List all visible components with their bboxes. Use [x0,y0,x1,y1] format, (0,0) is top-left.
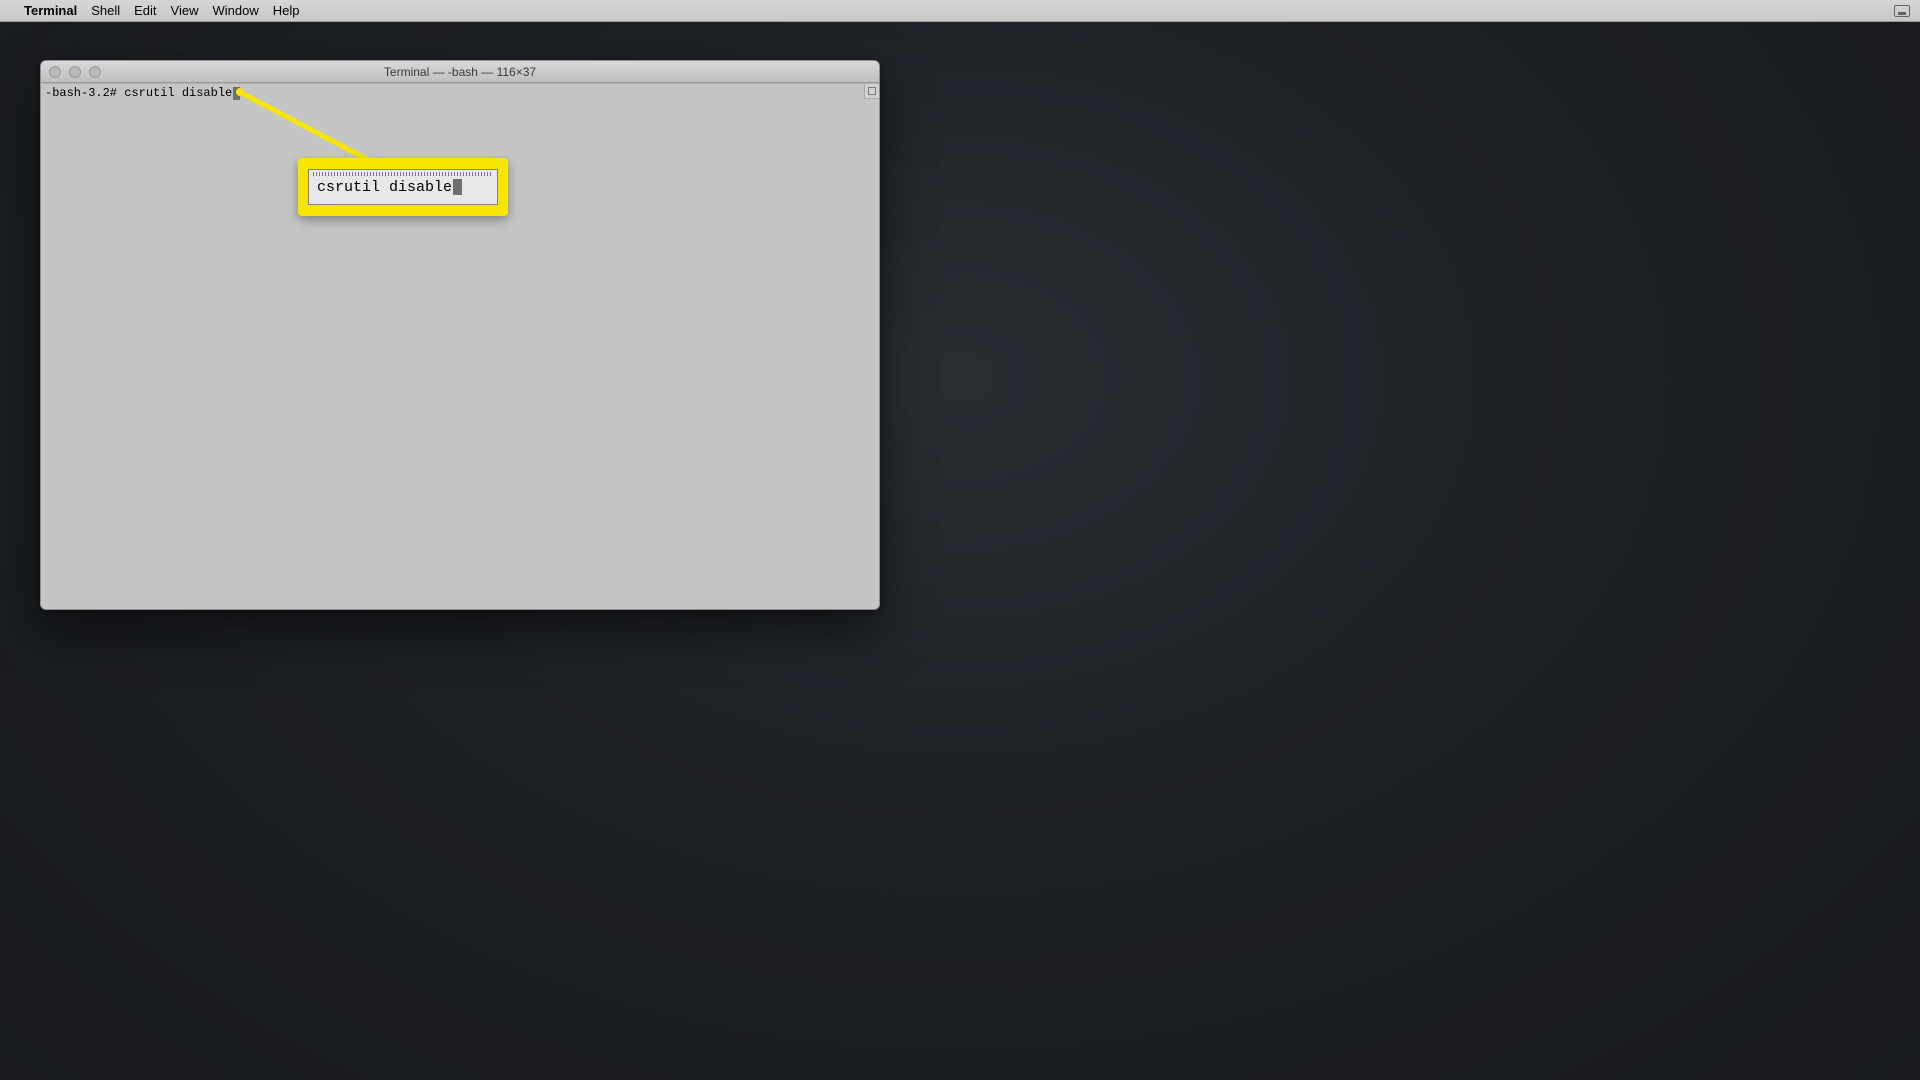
annotation-callout-inner: csrutil disable [308,169,498,205]
terminal-line: -bash-3.2# csrutil disable [45,86,875,100]
terminal-window[interactable]: Terminal — -bash — 116×37 -bash-3.2# csr… [40,60,880,610]
window-minimize-button[interactable] [69,66,81,78]
annotation-cursor-icon [453,179,462,195]
window-titlebar[interactable]: Terminal — -bash — 116×37 [41,61,879,83]
window-traffic-lights [41,66,101,78]
menu-help[interactable]: Help [273,3,300,18]
app-menu[interactable]: Terminal [24,3,77,18]
menu-view[interactable]: View [171,3,199,18]
annotation-callout: csrutil disable [298,158,508,216]
menu-edit[interactable]: Edit [134,3,156,18]
shell-prompt: -bash-3.2# [45,86,124,100]
window-zoom-button[interactable] [89,66,101,78]
macos-menubar: Terminal Shell Edit View Window Help [0,0,1920,22]
cursor-icon [233,87,240,100]
scroll-corner-icon [864,84,879,99]
menu-shell[interactable]: Shell [91,3,120,18]
window-title: Terminal — -bash — 116×37 [384,65,536,79]
window-close-button[interactable] [49,66,61,78]
menu-window[interactable]: Window [213,3,259,18]
shell-command: csrutil disable [124,86,232,100]
annotation-text: csrutil disable [317,179,452,196]
keyboard-tray-icon[interactable] [1894,5,1910,17]
